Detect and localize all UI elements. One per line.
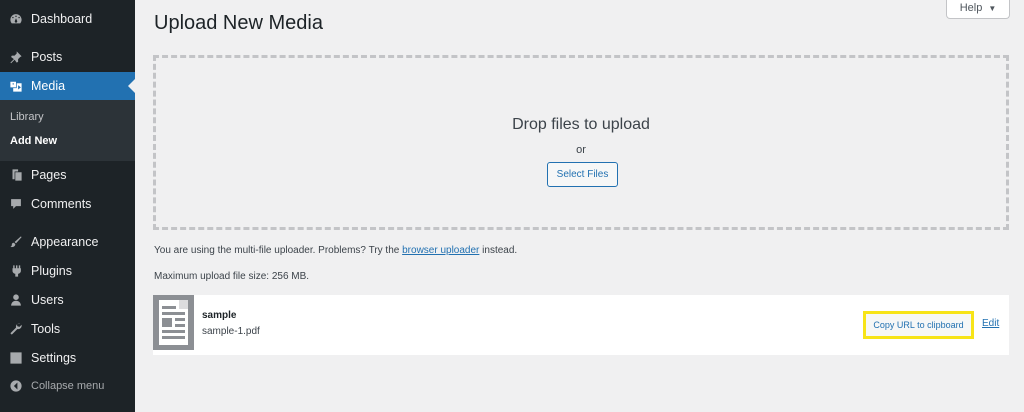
max-upload-size: Maximum upload file size: 256 MB.	[154, 271, 310, 282]
select-files-button[interactable]: Select Files	[547, 162, 618, 187]
media-filename: sample-1.pdf	[202, 326, 260, 337]
admin-sidebar: Dashboard Posts Media Library Add New Pa…	[0, 0, 135, 412]
plugin-icon	[9, 264, 23, 278]
drop-title: Drop files to upload	[512, 116, 650, 133]
sidebar-item-label: Collapse menu	[31, 380, 105, 392]
notice-prefix: You are using the multi-file uploader. P…	[154, 245, 400, 256]
browser-uploader-link[interactable]: browser uploader	[402, 245, 479, 256]
help-button[interactable]: Help ▼	[946, 0, 1010, 19]
sidebar-item-label: Posts	[31, 50, 63, 64]
sidebar-item-media[interactable]: Media	[0, 72, 135, 100]
collapse-icon	[9, 379, 23, 393]
settings-icon	[9, 351, 23, 365]
sidebar-item-plugins[interactable]: Plugins	[0, 257, 135, 285]
sidebar-item-appearance[interactable]: Appearance	[0, 228, 135, 256]
collapse-menu-button[interactable]: Collapse menu	[0, 372, 135, 400]
media-submenu: Library Add New	[0, 100, 135, 161]
page-title: Upload New Media	[154, 12, 323, 34]
sidebar-item-label: Appearance	[31, 235, 99, 249]
sidebar-item-label: Dashboard	[31, 12, 93, 26]
sidebar-item-label: Plugins	[31, 264, 72, 278]
sidebar-item-users[interactable]: Users	[0, 286, 135, 314]
pages-icon	[9, 168, 23, 182]
sidebar-item-comments[interactable]: Comments	[0, 190, 135, 218]
brush-icon	[9, 235, 23, 249]
help-label: Help	[959, 2, 983, 14]
sidebar-item-label: Users	[31, 293, 64, 307]
caret-down-icon: ▼	[988, 3, 997, 13]
sidebar-item-label: Pages	[31, 168, 67, 182]
sidebar-item-label: Comments	[31, 197, 92, 211]
pin-icon	[9, 50, 23, 64]
user-icon	[9, 293, 23, 307]
notice-suffix: instead.	[482, 245, 518, 256]
submenu-item-library[interactable]: Library	[10, 111, 44, 123]
sidebar-item-pages[interactable]: Pages	[0, 161, 135, 189]
copy-url-button[interactable]: Copy URL to clipboard	[863, 311, 974, 339]
sidebar-item-settings[interactable]: Settings	[0, 344, 135, 372]
submenu-item-add-new[interactable]: Add New	[10, 135, 57, 147]
drop-or-text: or	[576, 144, 586, 156]
sidebar-item-label: Media	[31, 79, 66, 93]
sidebar-item-dashboard[interactable]: Dashboard	[0, 5, 135, 33]
sidebar-item-label: Settings	[31, 351, 77, 365]
dashboard-icon	[9, 12, 23, 26]
document-icon	[153, 295, 194, 350]
media-icon	[9, 79, 23, 93]
wrench-icon	[9, 322, 23, 336]
uploaded-media-item: sample sample-1.pdf Copy URL to clipboar…	[153, 295, 1009, 355]
uploader-notice: You are using the multi-file uploader. P…	[154, 245, 517, 256]
media-title: sample	[202, 310, 237, 321]
edit-link[interactable]: Edit	[982, 318, 999, 329]
sidebar-item-label: Tools	[31, 322, 61, 336]
sidebar-item-tools[interactable]: Tools	[0, 315, 135, 343]
comment-icon	[9, 197, 23, 211]
sidebar-item-posts[interactable]: Posts	[0, 43, 135, 71]
drop-zone[interactable]: Drop files to upload or Select Files	[153, 55, 1009, 230]
